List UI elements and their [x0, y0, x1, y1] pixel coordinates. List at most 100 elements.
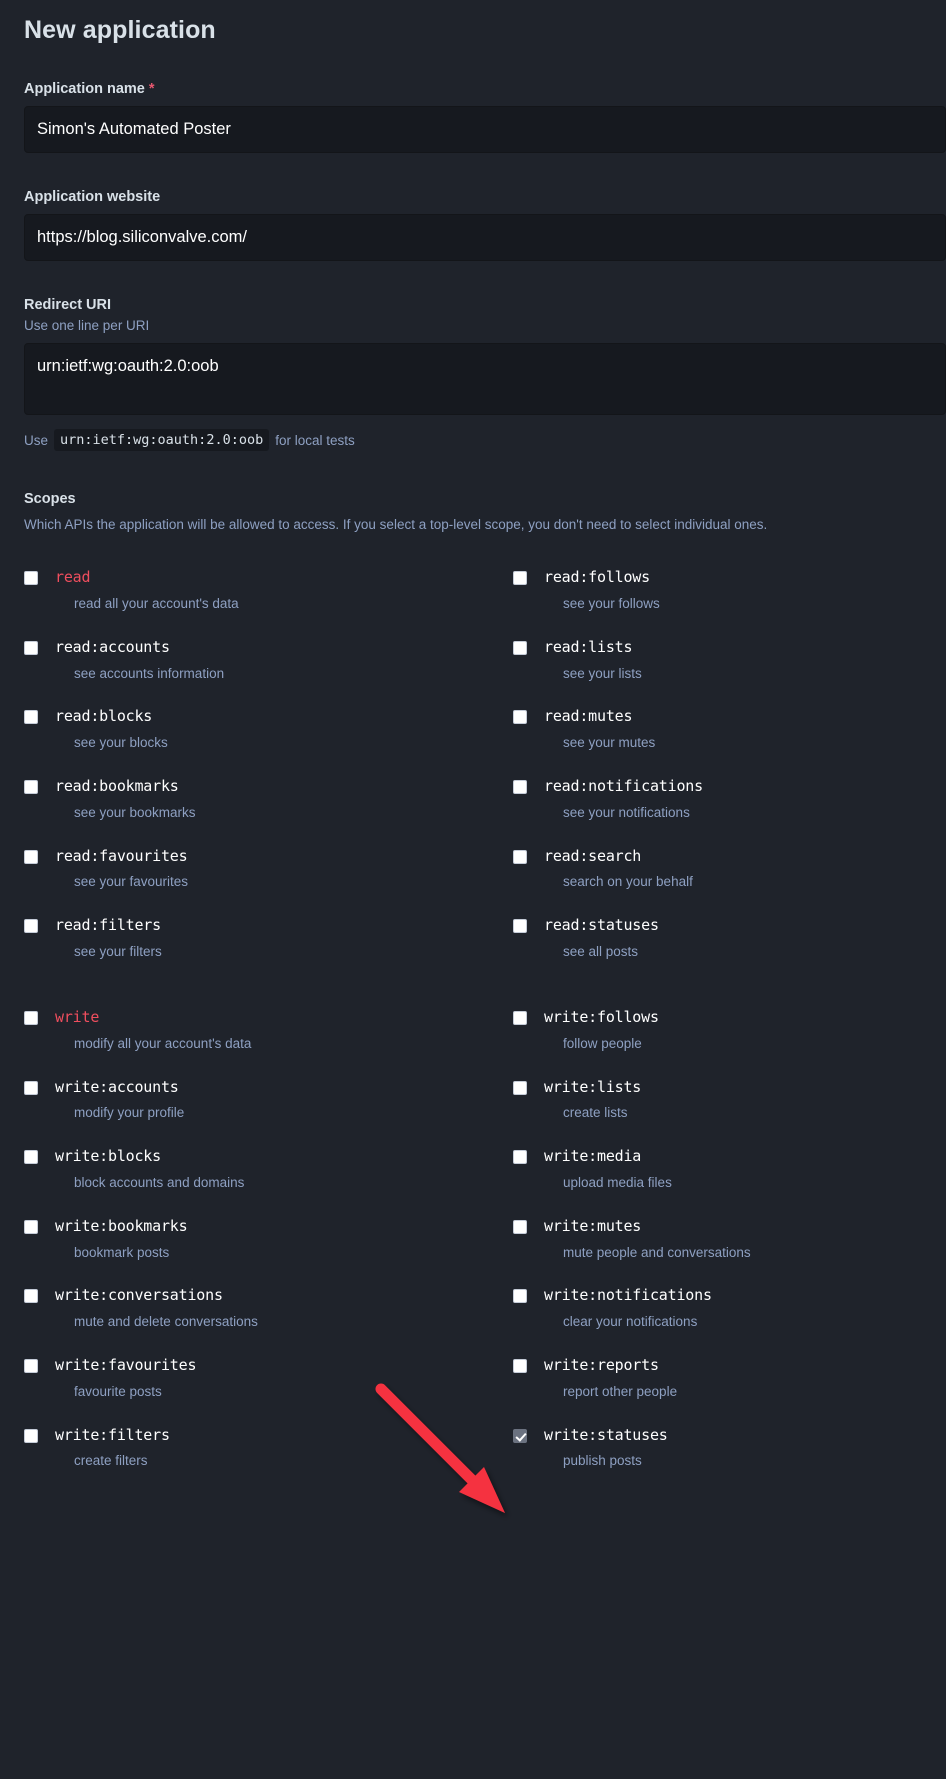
checkbox-unchecked-icon[interactable] — [24, 919, 38, 934]
scope-item[interactable]: write:accounts modify your profile — [24, 1078, 513, 1123]
scopes-description: Which APIs the application will be allow… — [24, 517, 768, 532]
scope-name-label: write:statuses — [544, 1425, 668, 1444]
scope-item[interactable]: read:filters see your filters — [24, 916, 513, 961]
scope-item[interactable]: read:favourites see your favourites — [24, 847, 513, 892]
scope-item[interactable]: write:reports report other people — [513, 1356, 946, 1401]
local-test-prefix: Use — [24, 432, 49, 448]
scope-item[interactable]: write:bookmarks bookmark posts — [24, 1217, 513, 1262]
application-website-input[interactable] — [24, 214, 946, 261]
scope-item[interactable]: write:lists create lists — [513, 1078, 946, 1123]
required-marker: * — [148, 81, 155, 97]
scope-description: modify all your account's data — [74, 1035, 252, 1051]
checkbox-unchecked-icon[interactable] — [513, 640, 527, 655]
checkbox-unchecked-icon[interactable] — [513, 1219, 527, 1234]
scope-name-label: write:reports — [544, 1356, 659, 1375]
scope-description: upload media files — [563, 1174, 672, 1190]
checkbox-unchecked-icon[interactable] — [24, 849, 38, 864]
scope-name-label: write:favourites — [55, 1356, 197, 1375]
checkbox-unchecked-icon[interactable] — [513, 571, 527, 586]
scope-description: mute and delete conversations — [74, 1314, 258, 1330]
scope-item[interactable]: read:blocks see your blocks — [24, 707, 513, 752]
checkbox-unchecked-icon[interactable] — [24, 571, 38, 586]
scope-item[interactable]: read:search search on your behalf — [513, 847, 946, 892]
scope-name-label: read:lists — [544, 637, 633, 656]
scope-description: see your bookmarks — [74, 804, 196, 820]
checkbox-unchecked-icon[interactable] — [24, 780, 38, 795]
scope-item[interactable]: read:follows see your follows — [513, 568, 946, 613]
scope-description: see your blocks — [74, 735, 168, 751]
checkbox-unchecked-icon[interactable] — [24, 1219, 38, 1234]
scope-description: see your follows — [563, 595, 660, 611]
scope-item[interactable]: read:notifications see your notifications — [513, 777, 946, 822]
checkbox-unchecked-icon[interactable] — [24, 1359, 38, 1374]
scopes-heading: Scopes — [24, 491, 76, 507]
scope-description: favourite posts — [74, 1383, 162, 1399]
scope-description: follow people — [563, 1035, 642, 1051]
page-title: New application — [24, 16, 216, 44]
scope-item[interactable]: read:lists see your lists — [513, 638, 946, 683]
application-name-field-block: Application name * — [24, 81, 946, 153]
checkbox-unchecked-icon[interactable] — [513, 1010, 527, 1025]
checkbox-unchecked-icon[interactable] — [513, 1150, 527, 1165]
checkbox-unchecked-icon[interactable] — [24, 1150, 38, 1165]
scope-name-label: read:bookmarks — [55, 777, 179, 796]
checkbox-unchecked-icon[interactable] — [513, 1080, 527, 1095]
scope-item[interactable]: read:bookmarks see your bookmarks — [24, 777, 513, 822]
scope-item[interactable]: write:filters create filters — [24, 1426, 513, 1471]
checkbox-unchecked-icon[interactable] — [513, 710, 527, 725]
scope-description: see accounts information — [74, 665, 225, 681]
scope-name-label: write:blocks — [55, 1147, 161, 1166]
scope-item[interactable]: write modify all your account's data — [24, 1008, 513, 1053]
scope-description: see your lists — [563, 665, 642, 681]
scope-description: search on your behalf — [563, 874, 693, 890]
oob-uri-code-chip: urn:ietf:wg:oauth:2.0:oob — [54, 429, 270, 451]
scope-description: create filters — [74, 1453, 148, 1469]
scope-item[interactable]: write:notifications clear your notificati… — [513, 1286, 946, 1331]
checkbox-checked-icon[interactable] — [513, 1428, 527, 1443]
redirect-uri-hint: Use one line per URI — [24, 318, 150, 333]
scopes-write-grid: write modify all your account's data write… — [24, 1008, 946, 1470]
scope-item[interactable]: write:blocks block accounts and domains — [24, 1147, 513, 1192]
scope-item[interactable]: read:mutes see your mutes — [513, 707, 946, 752]
scope-name-label: write:filters — [55, 1425, 170, 1444]
checkbox-unchecked-icon[interactable] — [24, 710, 38, 725]
scope-name-label: read:mutes — [544, 707, 633, 726]
checkbox-unchecked-icon[interactable] — [513, 919, 527, 934]
checkbox-unchecked-icon[interactable] — [24, 1428, 38, 1443]
checkbox-unchecked-icon[interactable] — [513, 1289, 527, 1304]
scope-name-label: write — [55, 1007, 100, 1026]
scope-name-label: write:bookmarks — [55, 1216, 188, 1235]
scope-item[interactable]: read read all your account's data — [24, 568, 513, 613]
scope-name-label: read:blocks — [55, 707, 153, 726]
application-name-input[interactable] — [24, 106, 946, 153]
redirect-uri-textarea[interactable]: urn:ietf:wg:oauth:2.0:oob — [24, 343, 946, 415]
scope-description: see your favourites — [74, 874, 189, 890]
checkbox-unchecked-icon[interactable] — [513, 1359, 527, 1374]
checkbox-unchecked-icon[interactable] — [24, 640, 38, 655]
scope-name-label: write:media — [544, 1147, 642, 1166]
scopes-read-left-column: read read all your account's data read:acc… — [24, 568, 513, 961]
redirect-uri-field-block: Redirect URI Use one line per URI urn:ie… — [24, 297, 946, 451]
application-website-label: Application website — [24, 189, 161, 205]
scope-name-label: write:conversations — [55, 1286, 223, 1305]
checkbox-unchecked-icon[interactable] — [24, 1289, 38, 1304]
scope-item[interactable]: write:mutes mute people and conversations — [513, 1217, 946, 1262]
scope-item[interactable]: read:statuses see all posts — [513, 916, 946, 961]
scope-description: bookmark posts — [74, 1244, 170, 1260]
scope-description: read all your account's data — [74, 595, 239, 611]
checkbox-unchecked-icon[interactable] — [513, 849, 527, 864]
application-name-label: Application name * — [24, 81, 946, 97]
scope-item[interactable]: write:media upload media files — [513, 1147, 946, 1192]
scope-item[interactable]: read:accounts see accounts information — [24, 638, 513, 683]
checkbox-unchecked-icon[interactable] — [513, 780, 527, 795]
scope-name-label: write:follows — [544, 1007, 659, 1026]
scope-item[interactable]: write:statuses publish posts — [513, 1426, 946, 1471]
scope-item[interactable]: write:follows follow people — [513, 1008, 946, 1053]
checkbox-unchecked-icon[interactable] — [24, 1010, 38, 1025]
scope-item[interactable]: write:conversations mute and delete conve… — [24, 1286, 513, 1331]
checkbox-unchecked-icon[interactable] — [24, 1080, 38, 1095]
scope-item[interactable]: write:favourites favourite posts — [24, 1356, 513, 1401]
scope-name-label: read:accounts — [55, 637, 170, 656]
scope-description: see your filters — [74, 944, 162, 960]
scope-name-label: read — [55, 568, 91, 587]
